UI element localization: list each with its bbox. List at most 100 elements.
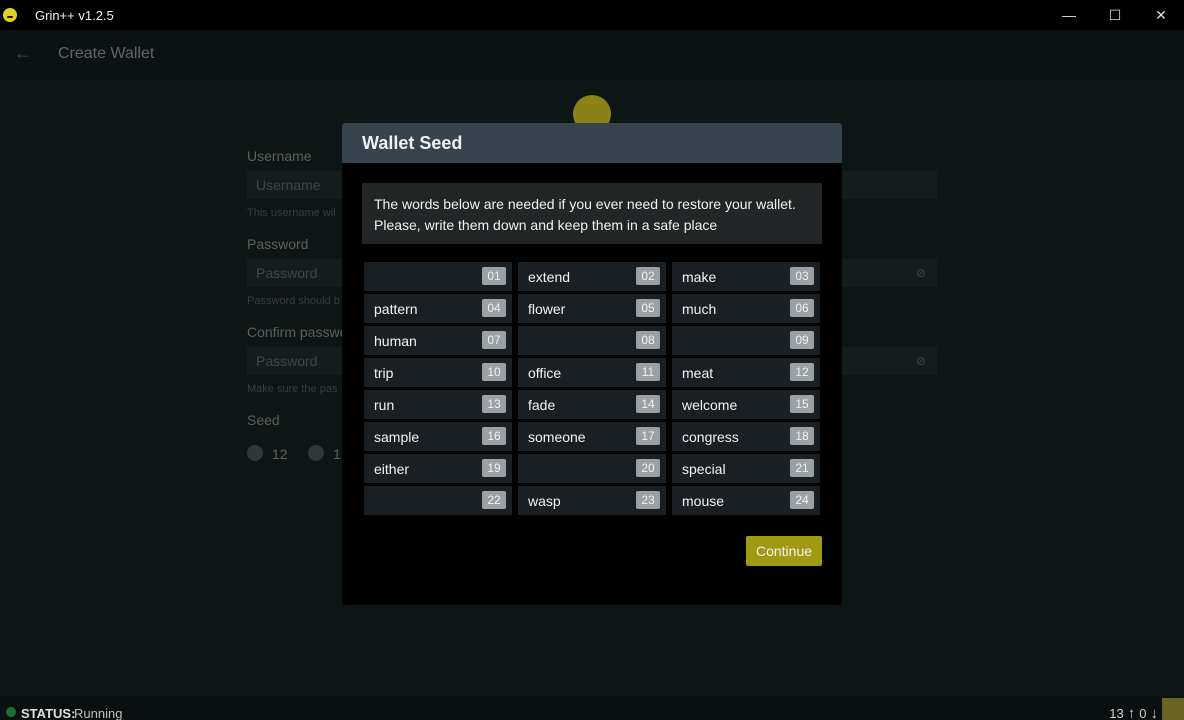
seed-word: someone: [528, 429, 586, 445]
password-placeholder: Password: [256, 265, 318, 281]
seed-info-line: Please, write them down and keep them in…: [374, 217, 718, 233]
maximize-button[interactable]: ☐: [1092, 0, 1138, 30]
seed-word-number: 15: [790, 395, 814, 413]
seed-word-number: 14: [636, 395, 660, 413]
seed-12-radio[interactable]: [247, 445, 263, 461]
seed-word-cell: 08: [518, 326, 666, 355]
seed-word-cell: human 07: [364, 326, 512, 355]
seed-word-cell: either 19: [364, 454, 512, 483]
app-logo-icon: [3, 8, 17, 22]
seed-word-number: 04: [482, 299, 506, 317]
seed-word-number: 02: [636, 267, 660, 285]
grin-node-icon[interactable]: [1162, 698, 1184, 720]
arrow-down-icon: ↓: [1150, 705, 1159, 720]
seed-word-cell: fade 14: [518, 390, 666, 419]
close-button[interactable]: ✕: [1138, 0, 1184, 30]
seed-word-cell: 09: [672, 326, 820, 355]
seed-word-number: 06: [790, 299, 814, 317]
seed-word-cell: flower 05: [518, 294, 666, 323]
confirm-password-placeholder: Password: [256, 353, 318, 369]
peers-up-count: 13: [1109, 706, 1124, 720]
seed-word: welcome: [682, 397, 738, 413]
seed-word-cell: 20: [518, 454, 666, 483]
seed-word: meat: [682, 365, 714, 381]
seed-word-cell: mouse 24: [672, 486, 820, 515]
username-label: Username: [247, 148, 312, 164]
confirm-password-label: Confirm passwo: [247, 324, 348, 340]
dialog-header: Wallet Seed: [342, 123, 842, 163]
title-bar: Grin++ v1.2.5 — ☐ ✕: [0, 0, 1184, 30]
seed-12-label: 12: [272, 446, 288, 462]
window-title: Grin++ v1.2.5: [35, 7, 114, 23]
seed-word-number: 20: [636, 459, 660, 477]
seed-word-number: 24: [790, 491, 814, 509]
confirm-password-hint: Make sure the pas: [247, 383, 338, 395]
seed-word: run: [374, 397, 395, 413]
seed-word: congress: [682, 429, 739, 445]
seed-word: sample: [374, 429, 420, 445]
password-label: Password: [247, 236, 309, 252]
seed-word-number: 03: [790, 267, 814, 285]
seed-24-label: 1: [333, 446, 341, 462]
seed-word-cell: much 06: [672, 294, 820, 323]
seed-word-cell: sample 16: [364, 422, 512, 451]
seed-word: fade: [528, 397, 556, 413]
seed-word-number: 09: [790, 331, 814, 349]
seed-word-number: 11: [636, 363, 660, 381]
status-bar: STATUS: Running 13 ↑ 0 ↓: [0, 696, 1184, 720]
seed-word-cell: office 11: [518, 358, 666, 387]
seed-word-cell: run 13: [364, 390, 512, 419]
seed-word: trip: [374, 365, 394, 381]
seed-word-cell: extend 02: [518, 262, 666, 291]
password-hint: Password should b: [247, 295, 340, 307]
seed-word-number: 07: [482, 331, 506, 349]
status-value: Running: [74, 706, 123, 720]
seed-word: pattern: [374, 301, 418, 317]
seed-info-line: The words below are needed if you ever n…: [374, 196, 796, 212]
seed-word: either: [374, 461, 410, 477]
seed-word-number: 22: [482, 491, 506, 509]
username-placeholder: Username: [256, 177, 321, 193]
peers-down-count: 0: [1139, 706, 1147, 720]
seed-word: office: [528, 365, 562, 381]
seed-word-cell: congress 18: [672, 422, 820, 451]
eye-slash-icon[interactable]: ⊘: [913, 265, 929, 281]
seed-word-cell: someone 17: [518, 422, 666, 451]
seed-word-number: 12: [790, 363, 814, 381]
arrow-up-icon: ↑: [1127, 705, 1136, 720]
status-label: STATUS:: [21, 706, 76, 720]
seed-word: mouse: [682, 493, 725, 509]
seed-word: special: [682, 461, 726, 477]
seed-word-number: 01: [482, 267, 506, 285]
seed-24-radio[interactable]: [308, 445, 324, 461]
seed-word-number: 08: [636, 331, 660, 349]
peer-counts: 13 ↑ 0 ↓: [1109, 706, 1158, 720]
seed-word-cell: 01: [364, 262, 512, 291]
seed-word: wasp: [528, 493, 561, 509]
seed-word: flower: [528, 301, 566, 317]
seed-word-number: 23: [636, 491, 660, 509]
seed-word-cell: make 03: [672, 262, 820, 291]
seed-word: extend: [528, 269, 571, 285]
eye-slash-icon[interactable]: ⊘: [913, 353, 929, 369]
continue-button[interactable]: Continue: [746, 536, 822, 566]
seed-word-grid: 01 extend 02 make 03 pattern 04 flower 05 much 06 h…: [364, 262, 820, 515]
seed-word-cell: meat 12: [672, 358, 820, 387]
seed-word-number: 18: [790, 427, 814, 445]
page-header: ← Create Wallet: [0, 30, 1184, 80]
back-arrow-icon[interactable]: ←: [12, 42, 34, 64]
seed-word: make: [682, 269, 717, 285]
seed-word-cell: welcome 15: [672, 390, 820, 419]
seed-label: Seed: [247, 412, 280, 428]
page-title: Create Wallet: [58, 45, 155, 62]
minimize-button[interactable]: —: [1046, 0, 1092, 30]
seed-word-number: 17: [636, 427, 660, 445]
seed-word-cell: wasp 23: [518, 486, 666, 515]
seed-word-number: 16: [482, 427, 506, 445]
seed-info-box: The words below are needed if you ever n…: [362, 183, 822, 244]
seed-word: human: [374, 333, 417, 349]
seed-word: much: [682, 301, 717, 317]
seed-word-cell: special 21: [672, 454, 820, 483]
seed-word-number: 10: [482, 363, 506, 381]
username-hint: This username wil: [247, 207, 336, 219]
